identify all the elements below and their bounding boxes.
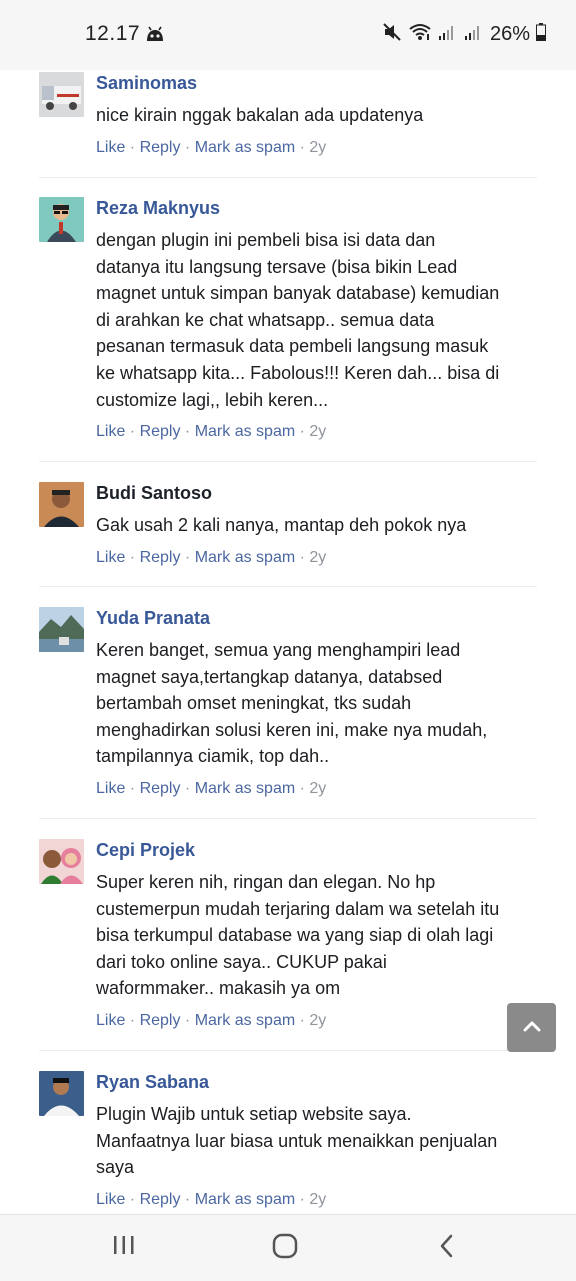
like-link[interactable]: Like [96,1012,125,1029]
reply-link[interactable]: Reply [140,1012,181,1029]
separator: · [295,1190,310,1208]
signal-icon [464,23,484,46]
status-bar: 12.17 26% [0,0,576,70]
like-link[interactable]: Like [96,549,125,566]
comment-actions: Like · Reply · Mark as spam · 2y [96,548,544,568]
comment-age[interactable]: 2y [309,139,326,156]
separator: · [125,548,140,566]
like-link[interactable]: Like [96,423,125,440]
comment-author[interactable]: Cepi Projek [96,837,544,863]
comment-actions: Like · Reply · Mark as spam · 2y [96,779,544,799]
comment-body: Saminomas nice kirain nggak bakalan ada … [96,70,544,158]
separator: · [125,1190,140,1208]
robot-icon [145,25,165,48]
comment-age[interactable]: 2y [309,423,326,440]
back-icon[interactable] [438,1233,456,1264]
separator: · [180,779,195,797]
separator: · [295,548,310,566]
separator: · [180,1190,195,1208]
divider [39,1050,537,1051]
comment-age[interactable]: 2y [309,1191,326,1208]
divider [39,177,537,178]
separator: · [295,423,310,441]
separator: · [295,1011,310,1029]
comment-text: Plugin Wajib untuk setiap website saya. … [96,1104,498,1178]
comment-author[interactable]: Reza Maknyus [96,195,544,221]
status-icons: 26% [382,22,546,47]
avatar[interactable] [39,607,84,652]
comment-author[interactable]: Ryan Sabana [96,1069,544,1095]
avatar[interactable] [39,839,84,884]
comment-age[interactable]: 2y [309,1012,326,1029]
like-link[interactable]: Like [96,139,125,156]
comment-author[interactable]: Saminomas [96,70,544,96]
avatar[interactable] [39,72,84,117]
comment-actions: Like · Reply · Mark as spam · 2y [96,1190,544,1210]
separator: · [180,548,195,566]
divider [39,818,537,819]
separator: · [125,1011,140,1029]
comment-age[interactable]: 2y [309,780,326,797]
mark-as-spam-link[interactable]: Mark as spam [195,1191,295,1208]
wifi-icon [408,22,432,47]
comment-body: Budi Santoso Gak usah 2 kali nanya, mant… [96,480,544,568]
mark-as-spam-link[interactable]: Mark as spam [195,549,295,566]
separator: · [125,779,140,797]
comment-body: Ryan Sabana Plugin Wajib untuk setiap we… [96,1069,544,1210]
avatar[interactable] [39,197,84,242]
comment-author[interactable]: Yuda Pranata [96,605,544,631]
mute-icon [382,22,402,47]
comment-age[interactable]: 2y [309,549,326,566]
separator: · [180,138,195,156]
separator: · [125,423,140,441]
mark-as-spam-link[interactable]: Mark as spam [195,423,295,440]
comment-body: Cepi Projek Super keren nih, ringan dan … [96,837,544,1031]
divider [39,461,537,462]
signal-icon [438,23,458,46]
separator: · [295,138,310,156]
comment-body: Yuda Pranata Keren banget, semua yang me… [96,605,544,799]
comment-actions: Like · Reply · Mark as spam · 2y [96,422,544,442]
mark-as-spam-link[interactable]: Mark as spam [195,139,295,156]
comment-actions: Like · Reply · Mark as spam · 2y [96,1011,544,1031]
comment-actions: Like · Reply · Mark as spam · 2y [96,138,544,158]
avatar[interactable] [39,482,84,527]
reply-link[interactable]: Reply [140,549,181,566]
comment-body: Reza Maknyus dengan plugin ini pembeli b… [96,195,544,442]
reply-link[interactable]: Reply [140,139,181,156]
comment-text: dengan plugin ini pembeli bisa isi data … [96,230,500,410]
home-icon[interactable] [272,1233,298,1264]
reply-link[interactable]: Reply [140,423,181,440]
mark-as-spam-link[interactable]: Mark as spam [195,1012,295,1029]
recent-apps-icon[interactable] [112,1233,136,1262]
separator: · [180,1011,195,1029]
separator: · [125,138,140,156]
comment-text: nice kirain nggak bakalan ada updatenya [96,105,424,125]
reply-link[interactable]: Reply [140,780,181,797]
avatar[interactable] [39,1071,84,1116]
status-time: 12.17 [85,22,141,45]
separator: · [295,779,310,797]
comment-text: Super keren nih, ringan dan elegan. No h… [96,872,500,999]
chevron-up-icon [523,1019,541,1037]
like-link[interactable]: Like [96,1191,125,1208]
comment-text: Keren banget, semua yang menghampiri lea… [96,640,488,767]
comment-text: Gak usah 2 kali nanya, mantap deh pokok … [96,515,467,535]
reply-link[interactable]: Reply [140,1191,181,1208]
system-nav-bar [0,1214,576,1281]
scroll-to-top-button[interactable] [507,1003,556,1052]
comment-author[interactable]: Budi Santoso [96,480,544,506]
battery-icon [536,23,546,46]
separator: · [180,423,195,441]
mark-as-spam-link[interactable]: Mark as spam [195,780,295,797]
divider [39,586,537,587]
like-link[interactable]: Like [96,780,125,797]
battery-level: 26% [489,23,530,45]
